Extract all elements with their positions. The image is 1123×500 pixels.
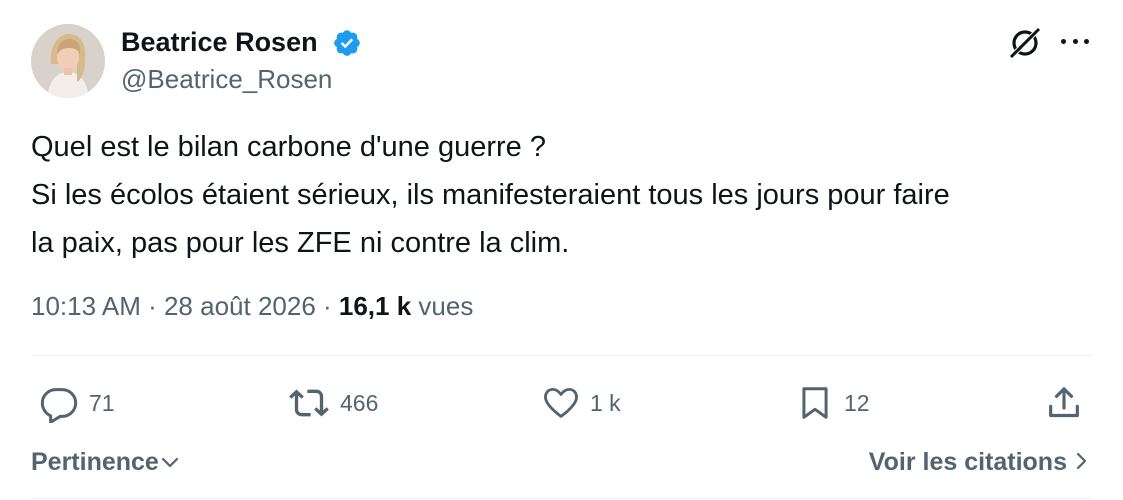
verified-badge-icon — [332, 28, 362, 58]
tweet-text-line: Quel est le bilan carbone d'une guerre ? — [31, 131, 546, 163]
tweet-text: Quel est le bilan carbone d'une guerre ?… — [31, 123, 1101, 267]
reply-count: 71 — [89, 390, 115, 416]
share-icon — [1044, 383, 1084, 423]
chevron-down-icon — [159, 448, 179, 477]
share-button[interactable] — [1044, 383, 1084, 423]
tweet-date[interactable]: 28 août 2026 — [164, 291, 316, 321]
views-count: 16,1 k — [338, 291, 412, 321]
tweet-time[interactable]: 10:13 AM — [31, 291, 141, 321]
chevron-right-icon — [1067, 448, 1087, 477]
avatar[interactable] — [31, 24, 105, 98]
tweet-text-line: Si les écolos étaient sérieux, ils manif… — [31, 179, 950, 211]
author-handle[interactable]: @Beatrice_Rosen — [121, 63, 332, 95]
quotes-label: Voir les citations — [868, 447, 1067, 476]
reply-icon — [39, 383, 79, 423]
views-label: vues — [418, 291, 474, 321]
tweet-card: Beatrice Rosen @Beatrice_Rosen Quel est … — [0, 0, 1123, 500]
grok-icon[interactable] — [1006, 24, 1044, 62]
heart-icon — [542, 384, 580, 422]
retweet-icon — [288, 383, 330, 423]
bookmark-count: 12 — [844, 390, 870, 416]
sort-dropdown[interactable]: Pertinence — [31, 444, 179, 480]
divider — [31, 355, 1093, 356]
tweet-text-line: la paix, pas pour les ZFE ni contre la c… — [31, 227, 570, 259]
like-button[interactable]: 1 k — [542, 383, 621, 423]
more-icon[interactable] — [1058, 30, 1092, 52]
retweet-count: 466 — [340, 390, 379, 416]
reply-button[interactable]: 71 — [39, 383, 115, 423]
retweet-button[interactable]: 466 — [288, 383, 378, 423]
meta-separator: · — [315, 291, 339, 321]
bookmark-button[interactable]: 12 — [796, 383, 870, 423]
author-name[interactable]: Beatrice Rosen — [121, 26, 318, 58]
meta-separator: · — [140, 291, 164, 321]
view-quotes-link[interactable]: Voir les citations — [869, 444, 1087, 480]
tweet-meta: 10:13 AM · 28 août 2026 · 16,1 k vues — [31, 288, 473, 324]
like-count: 1 k — [590, 390, 621, 416]
sort-label: Pertinence — [31, 447, 159, 476]
bookmark-icon — [796, 383, 834, 423]
divider — [31, 498, 1093, 499]
